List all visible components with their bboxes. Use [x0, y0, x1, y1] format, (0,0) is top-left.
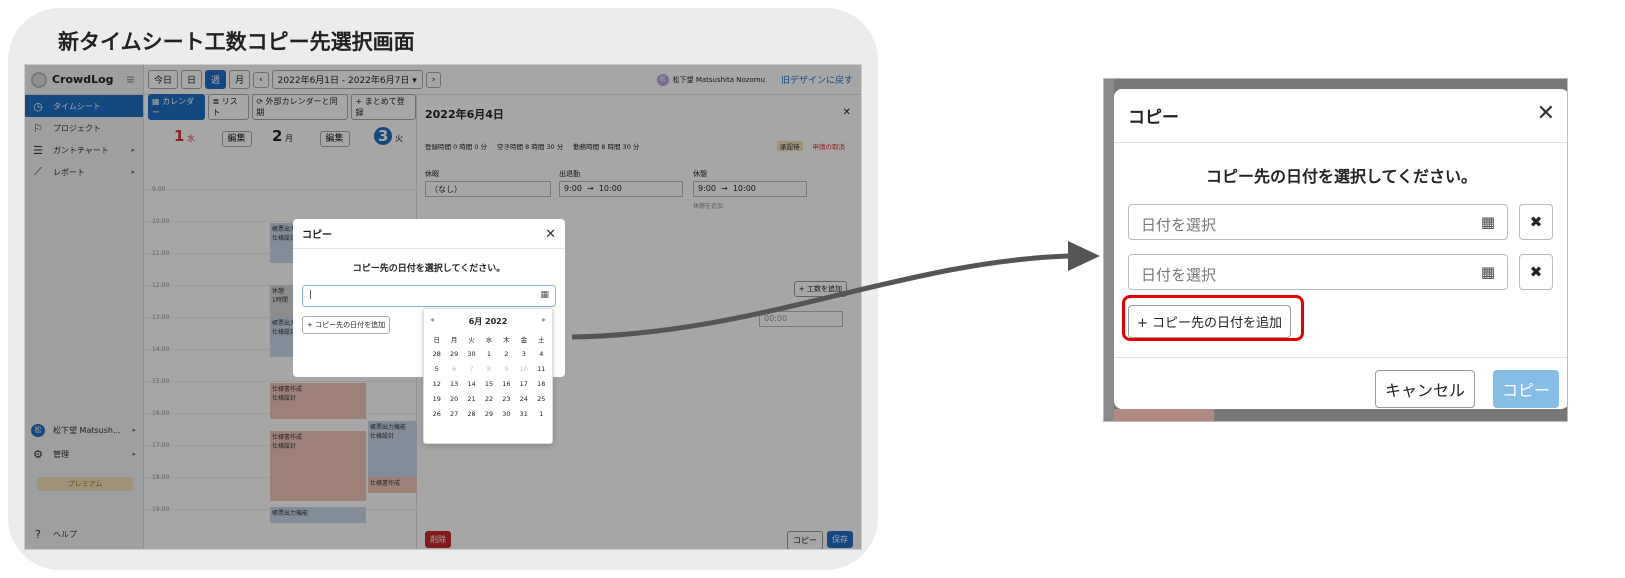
cancel-button[interactable]: キャンセル	[1374, 370, 1475, 408]
close-icon[interactable]: ✕	[1537, 101, 1555, 126]
dialog-title: コピー	[1114, 89, 1567, 143]
arrow-line	[571, 253, 1069, 340]
date-row: 日付を選択 ▦ ✖	[1128, 254, 1553, 290]
remove-date-button[interactable]: ✖	[1519, 204, 1553, 240]
background-event	[1114, 409, 1214, 421]
remove-date-button[interactable]: ✖	[1519, 254, 1553, 290]
arrow-head	[1068, 241, 1100, 271]
zoomed-dialog-view: コピー ✕ コピー先の日付を選択してください。 日付を選択 ▦ ✖ 日付を選択 ▦ …	[1103, 78, 1568, 422]
date-row: 日付を選択 ▦ ✖	[1128, 204, 1553, 240]
copy-dialog-zoomed: コピー ✕ コピー先の日付を選択してください。 日付を選択 ▦ ✖ 日付を選択 ▦ …	[1114, 89, 1567, 409]
highlight-box	[1122, 295, 1304, 341]
dialog-footer-divider	[1114, 357, 1567, 358]
calendar-icon: ▦	[1480, 213, 1495, 231]
background-column	[1104, 79, 1114, 421]
dialog-message: コピー先の日付を選択してください。	[1205, 167, 1478, 186]
date-select-input[interactable]: 日付を選択 ▦	[1128, 254, 1508, 290]
copy-button[interactable]: コピー	[1492, 370, 1559, 408]
date-select-input[interactable]: 日付を選択 ▦	[1128, 204, 1508, 240]
calendar-icon: ▦	[1480, 263, 1495, 281]
